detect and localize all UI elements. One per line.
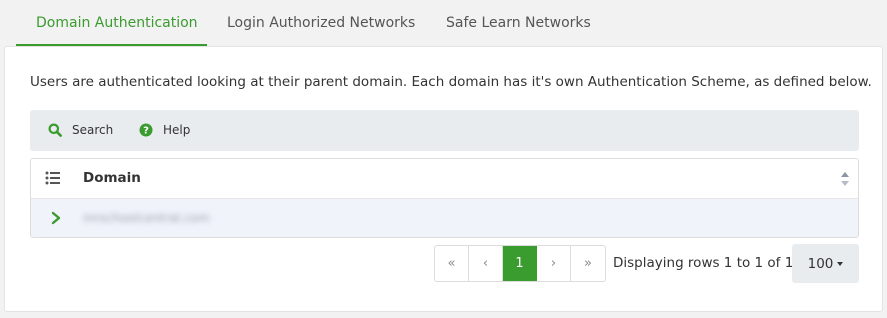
page-size-value: 100: [807, 255, 834, 272]
help-circle-icon: ?: [139, 123, 153, 137]
search-button[interactable]: Search: [48, 116, 113, 144]
tab-domain-authentication[interactable]: Domain Authentication: [36, 0, 198, 46]
svg-text:?: ?: [143, 126, 149, 137]
rows-display-text: Displaying rows 1 to 1 of 1: [613, 255, 794, 271]
search-button-label: Search: [72, 123, 114, 137]
help-button[interactable]: ? Help: [139, 116, 190, 144]
toolbar: Search ? Help: [30, 110, 859, 151]
next-page-button[interactable]: ›: [537, 246, 571, 281]
chevron-right-icon[interactable]: [51, 211, 61, 225]
caret-down-icon: [837, 261, 844, 266]
last-page-button[interactable]: »: [571, 246, 605, 281]
tab-login-authorized-networks[interactable]: Login Authorized Networks: [227, 0, 415, 46]
panel-description: Users are authenticated looking at their…: [30, 74, 872, 90]
domain-cell: mrschoolcentral.com: [83, 211, 210, 225]
domain-table: Domain mrschoolcentral.com: [30, 158, 859, 238]
table-row[interactable]: mrschoolcentral.com: [31, 198, 858, 237]
pagination: « ‹ 1 › »: [434, 245, 606, 282]
first-page-button[interactable]: «: [435, 246, 469, 281]
search-icon: [48, 123, 62, 137]
list-icon: [45, 171, 60, 185]
table-header: Domain: [31, 159, 858, 198]
previous-page-button[interactable]: ‹: [469, 246, 503, 281]
tab-safe-learn-networks[interactable]: Safe Learn Networks: [446, 0, 591, 46]
column-header-domain[interactable]: Domain: [83, 159, 141, 198]
page-1-button[interactable]: 1: [503, 246, 537, 281]
help-button-label: Help: [163, 123, 191, 137]
sort-icon[interactable]: [840, 171, 850, 187]
page-size-dropdown[interactable]: 100: [792, 244, 859, 283]
domain-authentication-panel: Users are authenticated looking at their…: [4, 46, 883, 312]
tab-bar: Domain Authentication Login Authorized N…: [0, 0, 887, 46]
